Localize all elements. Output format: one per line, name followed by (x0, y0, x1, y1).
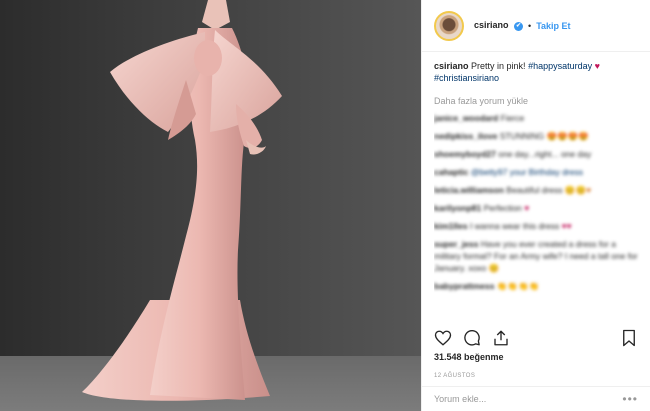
heart-emoji-icon: ♥ (594, 61, 600, 71)
post-header: csiriano ✔ • Takip Et (422, 0, 650, 52)
action-bar (434, 327, 638, 349)
comment-item: leticia.williamson Beautiful dress 😊😊♥ (434, 184, 640, 196)
author-username[interactable]: csiriano ✔ (474, 20, 524, 31)
comment-emoji: 😍😍😍😍 (546, 131, 589, 141)
comment-text: one day...right... one day (498, 149, 592, 159)
follow-button[interactable]: Takip Et (536, 21, 570, 31)
load-more-comments[interactable]: Daha fazla yorum yükle (434, 96, 640, 106)
comment-username[interactable]: karilyonp81 (434, 203, 481, 213)
comment-icon[interactable] (463, 329, 481, 347)
comment-item: shoemyboyd27 one day...right... one day (434, 148, 640, 160)
comment-input[interactable] (434, 394, 623, 404)
bookmark-icon[interactable] (620, 329, 638, 347)
post-date[interactable]: 12 AĞUSTOS (434, 373, 475, 379)
comment-username[interactable]: super_jess (434, 239, 478, 249)
likes-count[interactable]: 31.548 beğenme (434, 352, 504, 362)
share-icon[interactable] (492, 329, 510, 347)
comment-text: STUNNING (499, 131, 545, 141)
more-options-icon[interactable]: ••• (622, 392, 638, 406)
comment-item: super_jess Have you ever created a dress… (434, 238, 640, 274)
caption-username[interactable]: csiriano (434, 61, 469, 71)
comment-item: janice_woodard Fierce (434, 112, 640, 124)
comment-emoji: 😊 (488, 263, 500, 273)
comment-emoji: ♥♥ (561, 221, 572, 231)
comment-emoji: 👏👏👏👏 (496, 281, 540, 291)
comment-emoji: 😊😊♥ (564, 185, 592, 195)
instagram-post: csiriano ✔ • Takip Et csiriano Pretty in… (0, 0, 650, 411)
post-caption: csiriano Pretty in pink! #happysaturday … (434, 60, 640, 84)
comment-emoji: ♥ (524, 203, 530, 213)
comment-item: nedipkiss_ilove STUNNING 😍😍😍😍 (434, 130, 640, 142)
hashtag-christiansiriano[interactable]: #christiansiriano (434, 73, 499, 83)
comment-username[interactable]: kim1lles (434, 221, 468, 231)
post-sidebar: csiriano ✔ • Takip Et csiriano Pretty in… (421, 0, 650, 411)
heart-icon[interactable] (434, 329, 452, 347)
comment-text: Fierce (500, 113, 525, 123)
comment-username[interactable]: nedipkiss_ilove (434, 131, 497, 141)
comment-username[interactable]: babyprattmess (434, 281, 494, 291)
comment-item: cahaptic @betty97 your Birthday dress (434, 166, 640, 178)
comment-username[interactable]: janice_woodard (434, 113, 498, 123)
comment-text: Perfection (483, 203, 522, 213)
verified-badge-icon: ✔ (514, 21, 524, 31)
comment-item: kim1lles I wanna wear this dress ♥♥ (434, 220, 640, 232)
comment-username[interactable]: leticia.williamson (434, 185, 504, 195)
comment-composer: ••• (422, 386, 650, 411)
comment-text: I wanna wear this dress (469, 221, 560, 231)
hashtag-happysaturday[interactable]: #happysaturday (528, 61, 592, 71)
author-avatar[interactable] (434, 10, 464, 41)
post-photo[interactable] (0, 0, 421, 411)
comment-username[interactable]: cahaptic (434, 167, 469, 177)
comment-item: babyprattmess 👏👏👏👏 (434, 280, 640, 292)
comment-item: karilyonp81 Perfection ♥ (434, 202, 640, 214)
separator-dot: • (528, 20, 532, 31)
comments-list[interactable]: csiriano Pretty in pink! #happysaturday … (434, 60, 640, 322)
pink-gown-figure (82, 0, 282, 401)
comment-text: Beautiful dress (506, 185, 563, 195)
comment-text: @betty97 your Birthday dress (470, 167, 583, 177)
caption-text: Pretty in pink! (471, 61, 526, 71)
comment-username[interactable]: shoemyboyd27 (434, 149, 496, 159)
